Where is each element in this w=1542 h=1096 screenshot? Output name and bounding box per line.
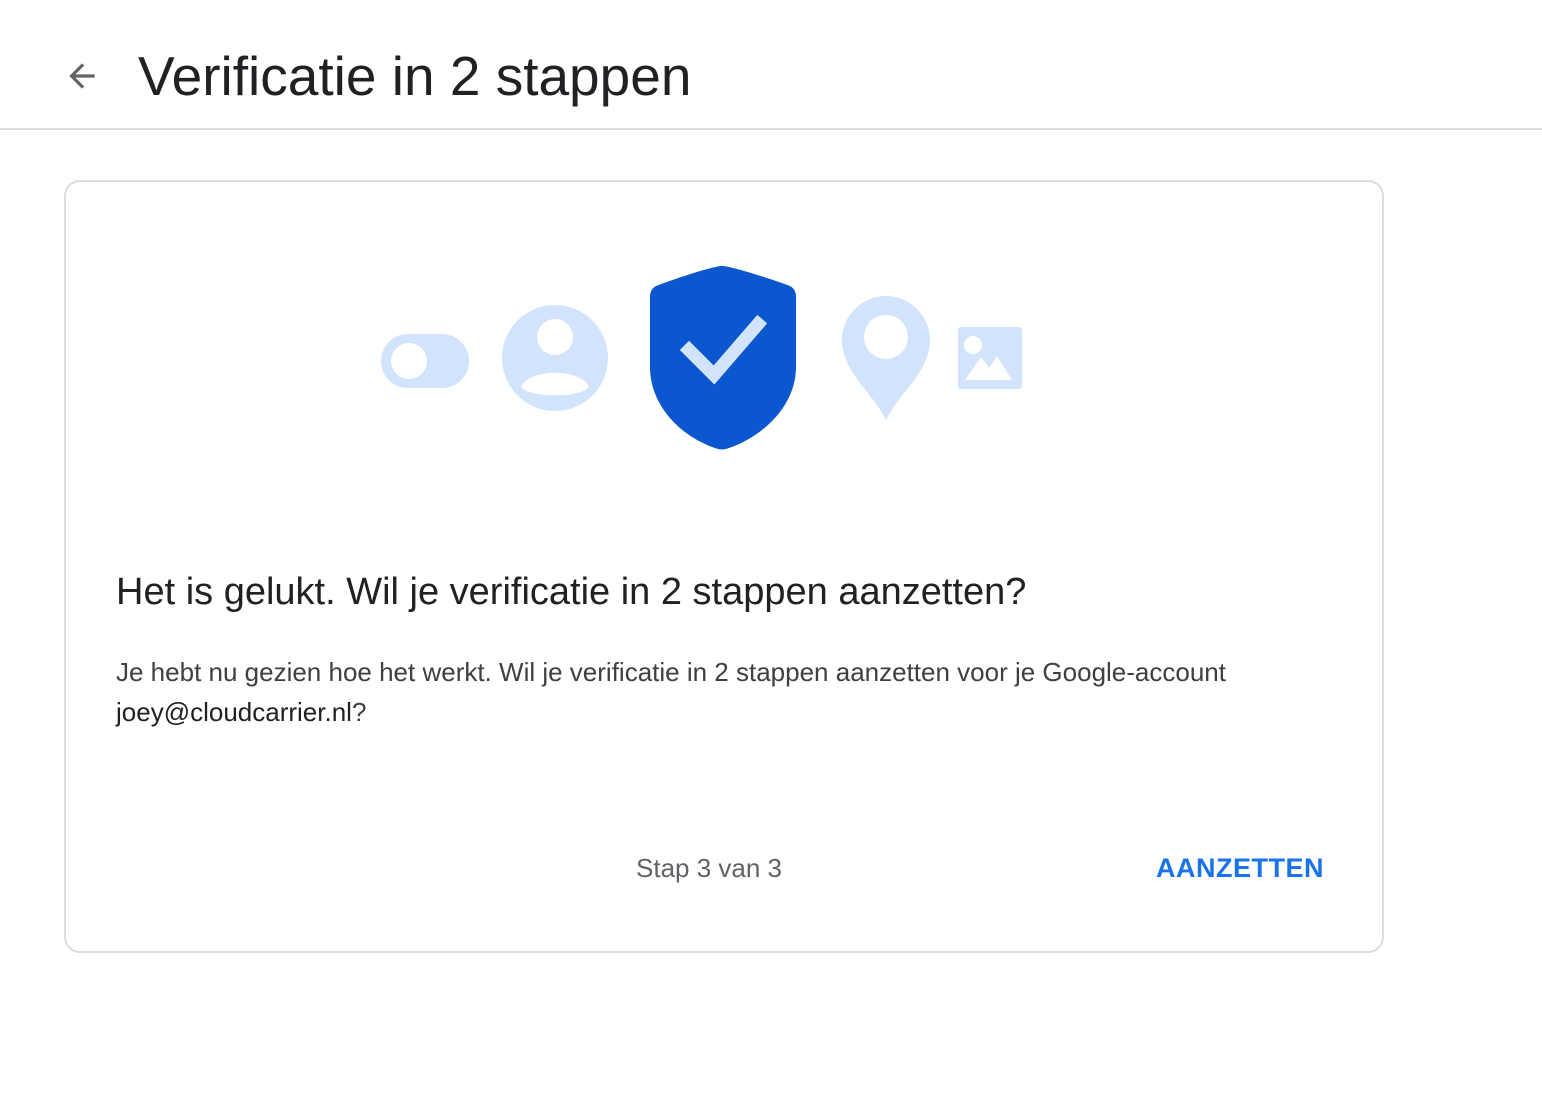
back-button[interactable] (52, 46, 112, 106)
card-description: Je hebt nu gezien hoe het werkt. Wil je … (116, 652, 1296, 732)
arrow-back-icon (69, 63, 95, 89)
description-text: Je hebt nu gezien hoe het werkt. Wil je … (116, 657, 1226, 687)
page-title: Verificatie in 2 stappen (138, 45, 692, 107)
confirmation-card: Het is gelukt. Wil je verificatie in 2 s… (64, 180, 1384, 953)
description-suffix: ? (351, 697, 367, 727)
location-pin-icon (842, 296, 930, 420)
card-heading: Het is gelukt. Wil je verificatie in 2 s… (116, 571, 1027, 613)
page-header: Verificatie in 2 stappen (0, 0, 1542, 130)
shield-check-icon (650, 266, 796, 450)
illustration (381, 266, 1022, 450)
image-icon (958, 327, 1022, 389)
step-indicator: Stap 3 van 3 (636, 853, 782, 883)
account-circle-icon (502, 305, 608, 411)
enable-button[interactable]: AANZETTEN (1136, 838, 1344, 898)
toggle-icon (381, 334, 469, 388)
account-email: joey@cloudcarrier.nl (116, 697, 352, 727)
